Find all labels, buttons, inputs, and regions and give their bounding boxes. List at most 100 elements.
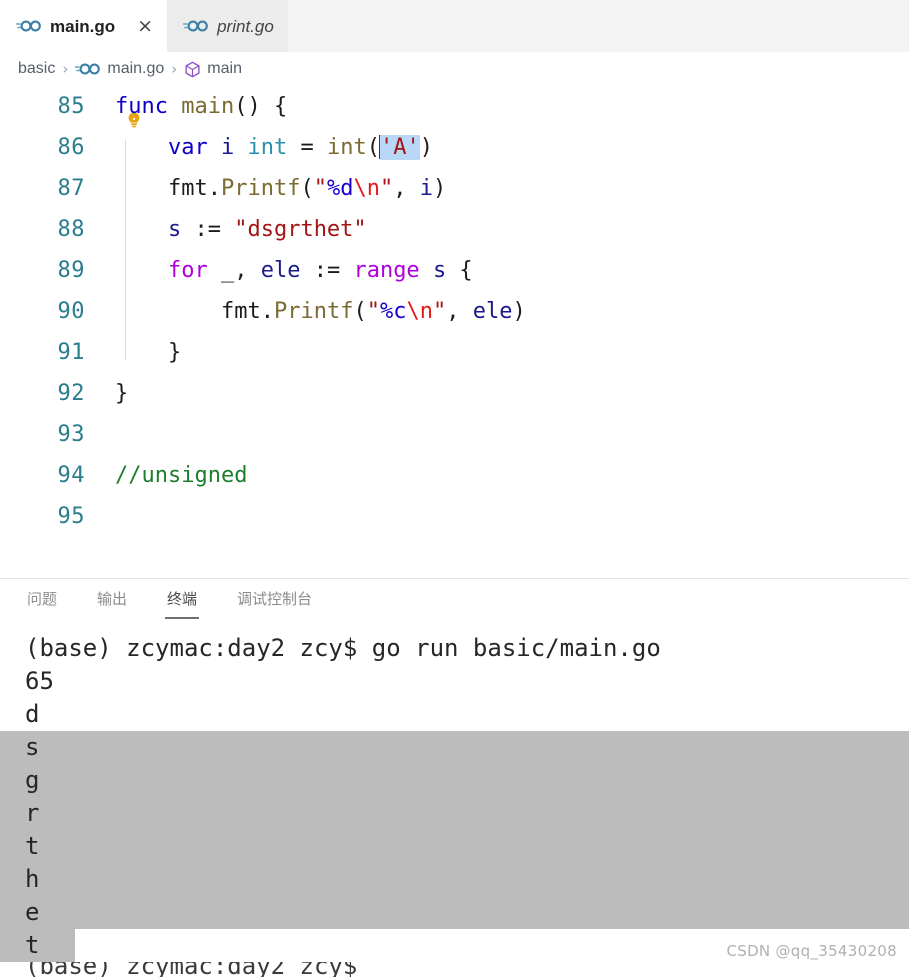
selected-token: 'A' <box>379 135 420 160</box>
code-token: " <box>366 299 380 324</box>
terminal-line-partial: (base) zcymac:day2 zcy$ <box>25 962 358 977</box>
editor-tab-bar: main.go × print.go <box>0 0 909 52</box>
line-number: 95 <box>57 504 85 529</box>
line-number: 94 <box>57 463 85 488</box>
breadcrumb-label: basic <box>18 60 56 77</box>
terminal-line: d <box>25 700 40 728</box>
code-token: i <box>419 176 433 201</box>
panel-divider[interactable] <box>0 578 909 579</box>
terminal-line: t <box>0 830 909 863</box>
code-token: \n <box>353 176 380 201</box>
code-token: func <box>115 94 182 119</box>
code-line[interactable]: 95 <box>0 496 909 537</box>
tab-output[interactable]: 输出 <box>95 585 129 619</box>
line-number: 92 <box>57 381 85 406</box>
terminal-line: g <box>0 764 909 797</box>
code-editor[interactable]: 85 func main() {86 var i int = int('A') 87… <box>0 86 909 578</box>
code-token: , <box>393 176 420 201</box>
close-icon[interactable]: × <box>137 16 153 36</box>
code-token: " <box>432 299 447 324</box>
code-token: var <box>167 135 221 160</box>
code-token: " <box>313 176 327 201</box>
code-text: for _, ele := range s { <box>95 258 909 283</box>
tab-problems[interactable]: 问题 <box>25 585 59 619</box>
code-token: int <box>247 135 288 160</box>
breadcrumb-label: main.go <box>107 60 165 77</box>
breadcrumb-item-basic[interactable]: basic <box>18 60 55 78</box>
code-token: "dsgrthet" <box>234 217 367 242</box>
code-token: int <box>326 135 367 160</box>
code-text: } <box>95 340 909 365</box>
code-token: { <box>446 258 473 283</box>
breadcrumb-separator: › <box>171 60 178 78</box>
tab-print-go[interactable]: print.go <box>167 0 288 52</box>
code-token: ele <box>472 299 513 324</box>
tab-debug-console[interactable]: 调试控制台 <box>235 585 314 619</box>
terminal-line: s <box>0 731 909 764</box>
terminal-lines-container: (base) zcymac:day2 zcy$ go run basic/mai… <box>0 632 909 962</box>
code-token: %c <box>379 299 407 324</box>
code-token: Printf <box>220 176 301 201</box>
code-text: var i int = int('A') <box>95 135 909 160</box>
line-number: 91 <box>57 340 85 365</box>
code-token: . <box>207 176 221 201</box>
line-number: 88 <box>57 217 85 242</box>
code-token: range <box>353 258 420 283</box>
code-token: s <box>432 258 447 283</box>
tab-bar-empty-space <box>287 0 909 52</box>
terminal-line: h <box>0 863 909 896</box>
code-token: } <box>115 340 182 365</box>
go-file-icon <box>16 19 42 33</box>
code-line[interactable]: 90 fmt.Printf("%c\n", ele) <box>0 291 909 332</box>
tab-terminal[interactable]: 终端 <box>165 585 200 619</box>
line-number: 93 <box>57 422 85 447</box>
code-token: = <box>287 135 327 160</box>
code-line[interactable]: 87 fmt.Printf("%d\n", i) <box>0 168 909 209</box>
code-line[interactable]: 91 } <box>0 332 909 373</box>
code-token: ) <box>432 176 447 201</box>
breadcrumb-label: main <box>207 60 242 77</box>
code-line[interactable]: 89 for _, ele := range s { <box>0 250 909 291</box>
line-number: 89 <box>57 258 85 283</box>
tab-main-go[interactable]: main.go × <box>0 0 168 52</box>
line-number: 86 <box>57 135 85 160</box>
code-line[interactable]: 93 <box>0 414 909 455</box>
line-number: 85 <box>57 94 85 119</box>
code-text: fmt.Printf("%d\n", i) <box>95 176 909 201</box>
terminal-line: e <box>0 896 909 929</box>
breadcrumb: basic › main.go › main <box>0 52 909 86</box>
code-line[interactable]: 85 func main() { <box>0 86 909 127</box>
line-number: 90 <box>57 299 85 324</box>
code-text: s := "dsgrthet" <box>95 217 909 242</box>
code-text: fmt.Printf("%c\n", ele) <box>95 299 909 324</box>
code-line[interactable]: 86 var i int = int('A') <box>0 127 909 168</box>
code-token: := <box>300 258 354 283</box>
code-line[interactable]: 94 //unsigned <box>0 455 909 496</box>
code-token: ( <box>366 135 380 160</box>
breadcrumb-item-main-go[interactable]: main.go <box>75 60 164 78</box>
terminal-line: 65 <box>25 667 54 695</box>
breadcrumb-separator: › <box>62 60 69 78</box>
tab-label: main.go <box>50 16 116 36</box>
code-token: () { <box>234 94 288 119</box>
code-line[interactable]: 88 s := "dsgrthet" <box>0 209 909 250</box>
code-token: ele <box>260 258 301 283</box>
code-lines-container: 85 func main() {86 var i int = int('A') 87… <box>0 86 909 537</box>
code-token: \n <box>406 299 433 324</box>
code-token: %d <box>326 176 354 201</box>
code-text: //unsigned <box>95 463 909 488</box>
code-token: } <box>115 381 129 406</box>
terminal-output[interactable]: (base) zcymac:day2 zcy$ go run basic/mai… <box>0 632 909 977</box>
code-token: ( <box>353 299 367 324</box>
code-text: func main() { <box>95 94 909 119</box>
code-line[interactable]: 92} <box>0 373 909 414</box>
code-token: i <box>220 135 248 160</box>
code-token: ) <box>512 299 526 324</box>
code-token: fmt <box>220 299 261 324</box>
symbol-cube-icon <box>184 61 201 78</box>
breadcrumb-item-main-symbol[interactable]: main <box>184 60 242 78</box>
